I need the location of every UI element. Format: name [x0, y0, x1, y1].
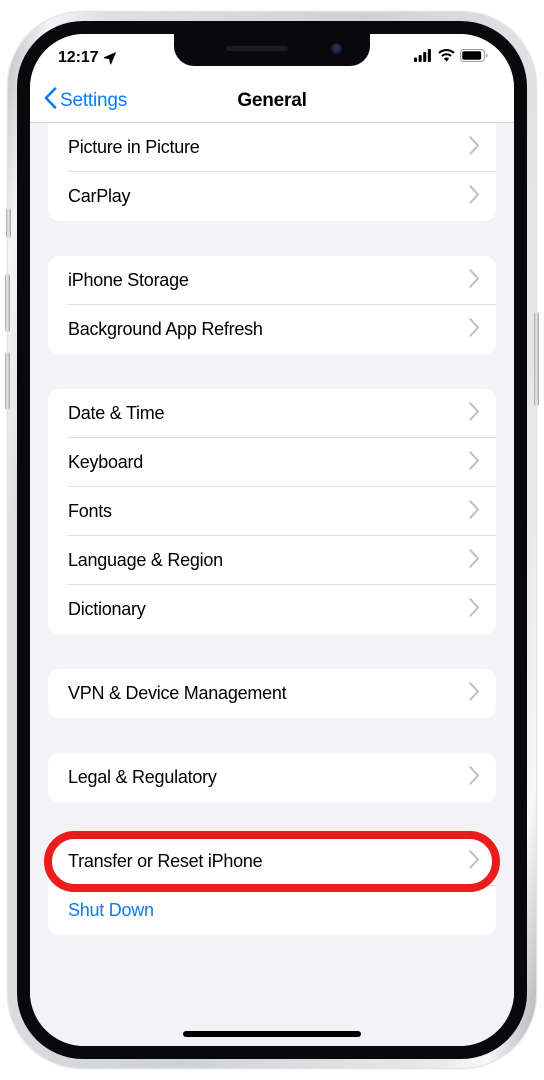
- chevron-right-icon: [469, 317, 480, 342]
- wifi-icon: [438, 49, 455, 67]
- volume-down-button[interactable]: [5, 352, 10, 410]
- chevron-right-icon: [469, 184, 480, 209]
- back-button[interactable]: Settings: [44, 87, 127, 114]
- list-item[interactable]: Shut Down: [48, 886, 496, 935]
- status-bar-left: 12:17: [58, 49, 117, 67]
- location-arrow-icon: [103, 51, 117, 65]
- display-group: Picture in Picture CarPlay: [48, 123, 496, 221]
- list-item[interactable]: Picture in Picture: [48, 123, 496, 172]
- status-bar-clock: 12:17: [58, 49, 99, 66]
- list-item[interactable]: Dictionary: [48, 585, 496, 634]
- list-item[interactable]: Fonts: [48, 487, 496, 536]
- list-item-label: Dictionary: [68, 599, 146, 619]
- list-item[interactable]: Transfer or Reset iPhone: [48, 837, 496, 886]
- list-item[interactable]: iPhone Storage: [48, 256, 496, 305]
- list-item-label: Language & Region: [68, 550, 223, 570]
- navbar-divider: [30, 122, 514, 123]
- mute-switch[interactable]: [6, 208, 11, 238]
- status-bar-right: [414, 49, 488, 67]
- list-item[interactable]: Keyboard: [48, 438, 496, 487]
- back-button-label: Settings: [60, 89, 128, 111]
- list-item[interactable]: Legal & Regulatory: [48, 753, 496, 802]
- chevron-right-icon: [469, 765, 480, 790]
- chevron-left-icon: [44, 87, 57, 114]
- list-item-label: Legal & Regulatory: [68, 767, 217, 787]
- chevron-right-icon: [469, 681, 480, 706]
- chevron-right-icon: [469, 548, 480, 573]
- list-item[interactable]: CarPlay: [48, 172, 496, 221]
- list-item-label: Date & Time: [68, 403, 165, 423]
- chevron-right-icon: [469, 597, 480, 622]
- list-item-label: Fonts: [68, 501, 112, 521]
- list-item-label: Shut Down: [68, 900, 154, 920]
- chevron-right-icon: [469, 499, 480, 524]
- list-item[interactable]: Date & Time: [48, 389, 496, 438]
- localization-group: Date & Time Keyboard Fonts Language & Regio…: [48, 389, 496, 634]
- list-item-label: Keyboard: [68, 452, 144, 472]
- chevron-right-icon: [469, 135, 480, 160]
- navigation-bar: General Settings: [30, 78, 514, 123]
- reset-group: Transfer or Reset iPhone Shut Down: [48, 837, 496, 935]
- cellular-bars-icon: [414, 49, 433, 67]
- legal-group: Legal & Regulatory: [48, 753, 496, 802]
- power-button[interactable]: [534, 312, 539, 406]
- chevron-right-icon: [469, 849, 480, 874]
- list-item-label: Background App Refresh: [68, 319, 263, 339]
- storage-group: iPhone Storage Background App Refresh: [48, 256, 496, 354]
- phone-screen: 12:17 General Settings Picture in Pictur…: [30, 34, 514, 1046]
- earpiece-speaker: [226, 46, 288, 51]
- list-item[interactable]: Language & Region: [48, 536, 496, 585]
- front-camera-icon: [331, 43, 342, 54]
- chevron-right-icon: [469, 450, 480, 475]
- list-item-label: CarPlay: [68, 186, 131, 206]
- settings-list[interactable]: Picture in Picture CarPlay iPhone Storage B…: [30, 123, 514, 1046]
- vpn-group: VPN & Device Management: [48, 669, 496, 718]
- device-notch: [174, 34, 370, 66]
- chevron-right-icon: [469, 268, 480, 293]
- battery-icon: [460, 49, 488, 67]
- home-indicator[interactable]: [183, 1031, 361, 1037]
- list-item[interactable]: Background App Refresh: [48, 305, 496, 354]
- list-item-label: VPN & Device Management: [68, 683, 287, 703]
- iphone-device: 12:17 General Settings Picture in Pictur…: [5, 12, 539, 1068]
- chevron-right-icon: [469, 401, 480, 426]
- list-item-label: Picture in Picture: [68, 137, 200, 157]
- volume-up-button[interactable]: [5, 274, 10, 332]
- list-item[interactable]: VPN & Device Management: [48, 669, 496, 718]
- list-item-label: Transfer or Reset iPhone: [68, 851, 263, 871]
- list-item-label: iPhone Storage: [68, 270, 189, 290]
